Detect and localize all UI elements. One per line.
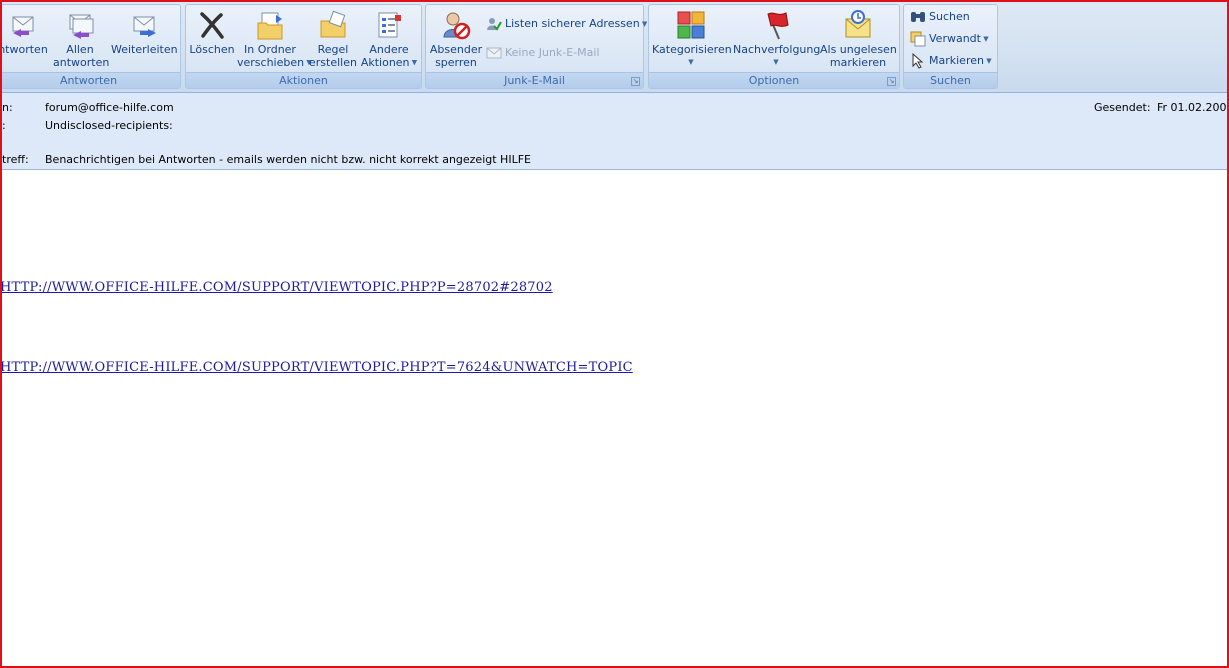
find-label: Suchen xyxy=(929,10,970,23)
related-label: Verwandt xyxy=(929,32,981,45)
reply-button[interactable]: ntworten xyxy=(0,9,49,56)
block-sender-button[interactable]: Absender sperren xyxy=(429,9,483,69)
group-label-suchen: Suchen xyxy=(904,72,997,88)
block-label-2: sperren xyxy=(435,56,477,69)
followup-button[interactable]: Nachverfolgung ▼ xyxy=(733,9,821,69)
followup-label: Nachverfolgung xyxy=(733,43,821,56)
not-junk-button[interactable]: Keine Junk-E-Mail xyxy=(486,45,600,61)
rule-label-1: Regel xyxy=(317,43,349,56)
group-suchen: Suchen Verwandt ▼ Markieren ▼ Suchen xyxy=(903,4,998,89)
chevron-down-icon: ▼ xyxy=(980,35,989,43)
categorize-label: Kategorisieren xyxy=(652,43,732,56)
cursor-icon xyxy=(912,52,924,69)
reply-all-icon xyxy=(69,14,94,39)
sent-label: Gesendet: xyxy=(1094,101,1151,114)
group-junk: Absender sperren Listen sicherer Adresse… xyxy=(425,4,647,89)
safe-lists-icon xyxy=(487,18,502,31)
safe-lists-label: Listen sicherer Adressen xyxy=(505,17,640,30)
from-value[interactable]: forum@office-hilfe.com xyxy=(45,101,174,114)
subject-label: treff: xyxy=(2,153,29,166)
topic-link[interactable]: HTTP://WWW.OFFICE-HILFE.COM/SUPPORT/VIEW… xyxy=(0,280,553,295)
other-actions-button[interactable]: Andere Aktionen ▼ xyxy=(360,9,418,70)
message-header: n: forum@office-hilfe.com : Undisclosed-… xyxy=(0,93,1229,170)
to-value[interactable]: Undisclosed-recipients: xyxy=(45,119,173,132)
related-icon xyxy=(910,31,926,47)
unread-label-1: Als ungelesen xyxy=(820,43,897,56)
move-label-2: verschieben xyxy=(237,56,305,69)
related-button[interactable]: Verwandt ▼ xyxy=(910,31,989,47)
delete-button[interactable]: Löschen xyxy=(189,9,235,56)
block-label-1: Absender xyxy=(429,43,483,56)
forward-button[interactable]: Weiterleiten xyxy=(111,9,178,56)
reply-label: ntworten xyxy=(0,43,48,56)
options-dialog-launcher-icon[interactable]: ↘ xyxy=(887,77,896,86)
find-button[interactable]: Suchen xyxy=(910,9,970,25)
group-label-junk: Junk-E-Mail xyxy=(426,72,643,88)
chevron-down-icon: ▼ xyxy=(639,20,648,28)
chevron-down-icon: ▼ xyxy=(409,58,418,67)
message-body: HTTP://WWW.OFFICE-HILFE.COM/SUPPORT/VIEW… xyxy=(0,170,1229,668)
binoculars-icon xyxy=(911,12,925,22)
rule-label-2: erstellen xyxy=(309,56,357,69)
group-label-aktionen: Aktionen xyxy=(186,72,421,88)
not-junk-icon xyxy=(486,47,502,59)
to-label: : xyxy=(2,119,6,132)
delete-label: Löschen xyxy=(189,43,235,56)
mark-unread-button[interactable]: Als ungelesen markieren xyxy=(820,9,897,69)
sent-value: Fr 01.02.2008 xyxy=(1157,101,1229,114)
create-rule-button[interactable]: Regel erstellen xyxy=(308,9,358,69)
group-optionen: Kategorisieren ▼ Nachverfolgung ▼ Als un… xyxy=(648,4,900,89)
chevron-down-icon: ▼ xyxy=(983,57,992,65)
mark-unread-icon xyxy=(845,10,871,38)
unread-label-2: markieren xyxy=(829,56,887,69)
from-label: n: xyxy=(2,101,13,114)
chevron-down-icon: ▼ xyxy=(688,58,694,66)
flag-icon xyxy=(767,12,789,40)
categorize-button[interactable]: Kategorisieren ▼ xyxy=(652,9,732,69)
reply-all-label-1: Allen xyxy=(66,43,94,56)
block-sender-icon xyxy=(443,12,471,40)
group-label-optionen: Optionen xyxy=(649,72,899,88)
select-button[interactable]: Markieren ▼ xyxy=(910,52,992,69)
move-label-1: In Ordner xyxy=(244,43,296,56)
subject-value: Benachrichtigen bei Antworten - emails w… xyxy=(45,153,531,166)
reply-icon xyxy=(12,16,34,37)
delete-x-icon xyxy=(200,12,224,39)
group-label-antworten: Antworten xyxy=(0,72,180,88)
move-folder-icon xyxy=(257,12,283,40)
reply-all-button[interactable]: Allen antworten xyxy=(53,9,110,69)
move-to-folder-button[interactable]: In Ordner verschieben ▼ xyxy=(237,9,312,70)
categorize-icon xyxy=(677,11,705,39)
other-label-1: Andere xyxy=(369,43,409,56)
other-actions-icon xyxy=(378,12,401,38)
rule-folder-icon xyxy=(320,10,346,38)
unwatch-link[interactable]: HTTP://WWW.OFFICE-HILFE.COM/SUPPORT/VIEW… xyxy=(0,360,633,375)
group-antworten: ntworten Allen antworten Weiterleiten An… xyxy=(0,4,181,89)
not-junk-label: Keine Junk-E-Mail xyxy=(505,46,600,59)
group-aktionen: Löschen In Ordner verschieben ▼ Regel er… xyxy=(185,4,422,89)
safe-lists-button[interactable]: Listen sicherer Adressen ▼ xyxy=(486,16,647,32)
chevron-down-icon: ▼ xyxy=(773,58,779,66)
ribbon: ntworten Allen antworten Weiterleiten An… xyxy=(0,0,1229,93)
reply-all-label-2: antworten xyxy=(53,56,110,69)
junk-dialog-launcher-icon[interactable]: ↘ xyxy=(631,77,640,86)
other-label-2: Aktionen xyxy=(360,56,410,69)
select-label: Markieren xyxy=(929,54,984,67)
forward-label: Weiterleiten xyxy=(111,43,178,56)
forward-icon xyxy=(133,16,156,37)
